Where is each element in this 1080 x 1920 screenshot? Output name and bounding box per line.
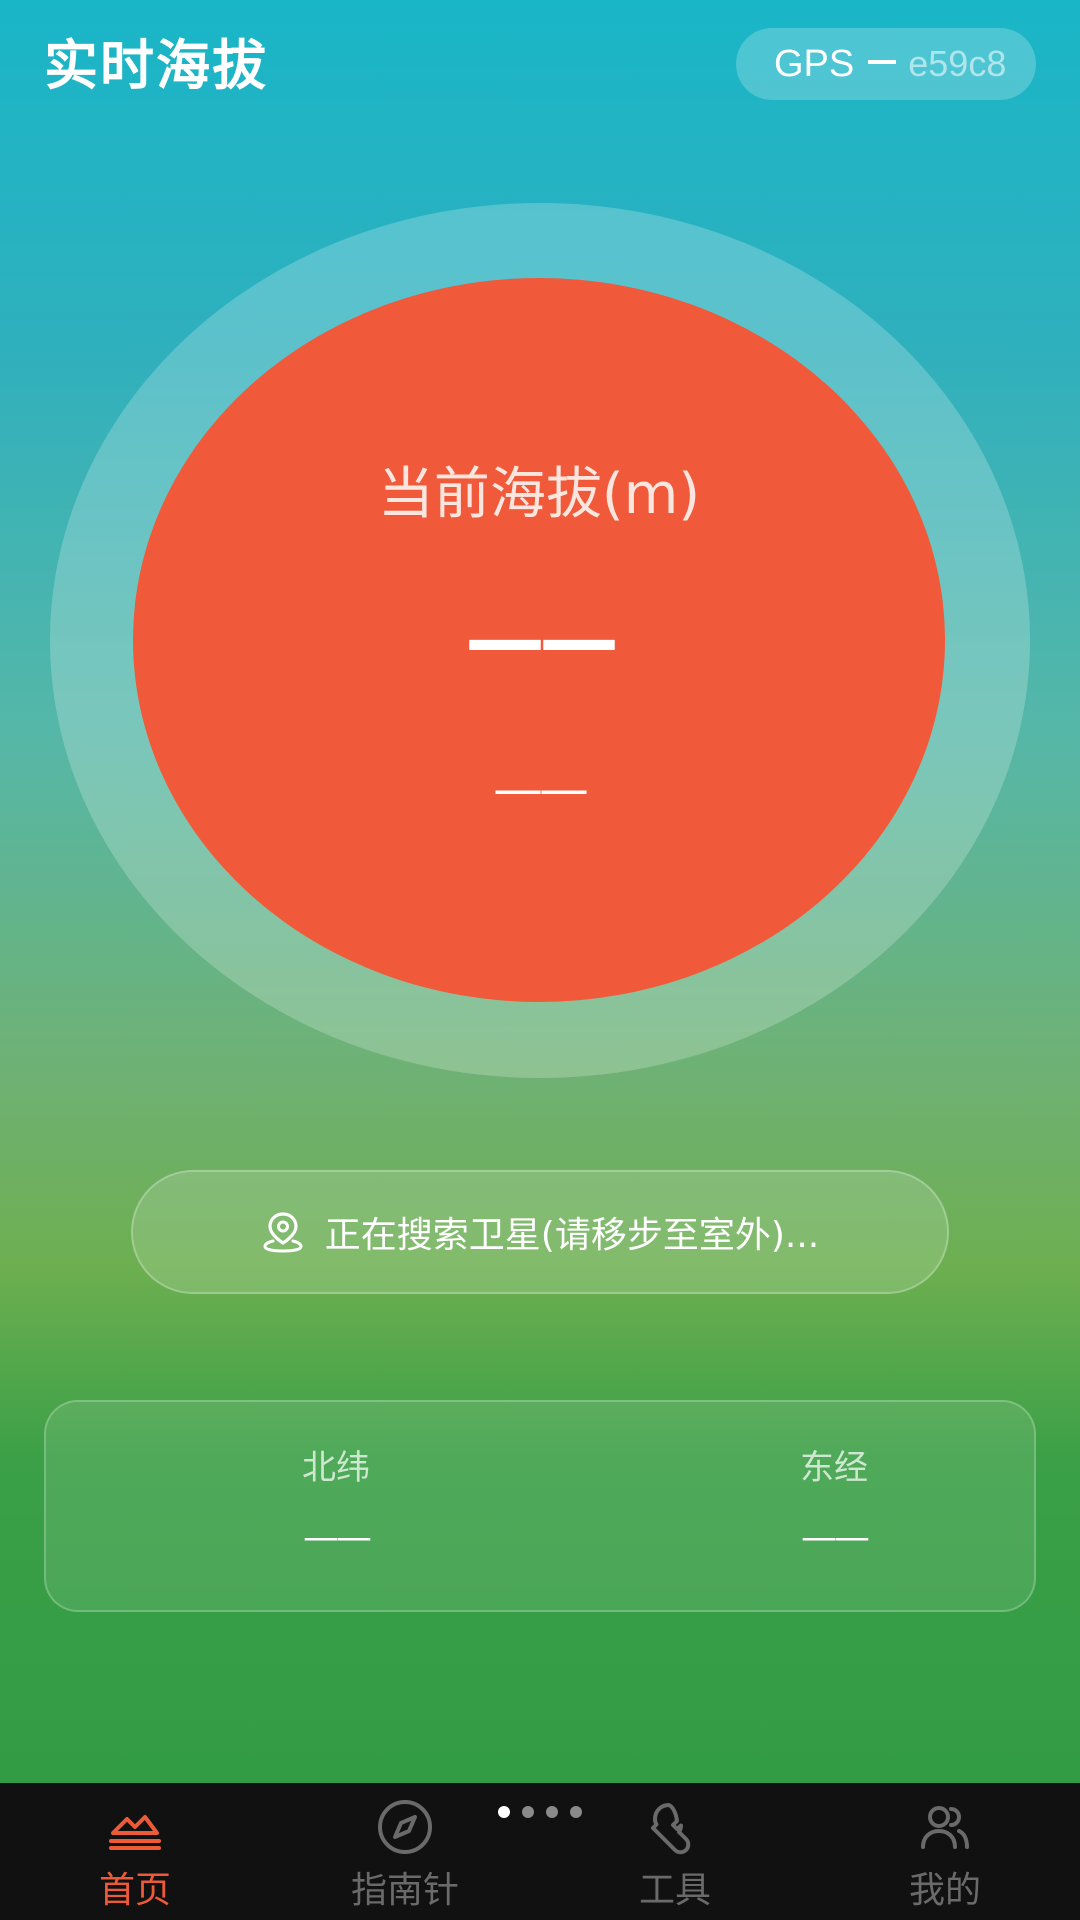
longitude-value: —— [801, 1517, 870, 1558]
satellite-status-pill: 正在搜索卫星(请移步至室外)... [131, 1170, 949, 1294]
page-dot [522, 1806, 534, 1818]
latitude-value: —— [303, 1517, 372, 1558]
wrench-icon [651, 1803, 691, 1855]
latitude-label: 北纬 [302, 1448, 370, 1488]
nav-label-mine: 我的 [908, 1870, 981, 1911]
satellite-status-text: 正在搜索卫星(请移步至室外)... [324, 1215, 820, 1256]
page-indicator [498, 1806, 582, 1818]
nav-label-home: 首页 [98, 1870, 171, 1911]
gps-dash [868, 60, 897, 64]
longitude-label: 东经 [800, 1448, 868, 1488]
longitude-column: 东经 —— [684, 1402, 984, 1614]
users-icon [921, 1806, 969, 1849]
compass-icon [378, 1800, 432, 1854]
nav-tab-compass[interactable]: 指南针 [305, 1795, 505, 1920]
altitude-label: 当前海拔(m) [377, 462, 701, 527]
nav-label-compass: 指南针 [350, 1870, 459, 1911]
nav-tab-home[interactable]: 首页 [35, 1795, 235, 1920]
page-dot [546, 1806, 558, 1818]
altitude-screen: 实时海拔 GPS e59c8 当前海拔(m) —— —— 正在搜索卫星(请移步至… [0, 0, 1080, 1920]
gps-label: GPS [774, 42, 855, 85]
mountain-icon [109, 1815, 161, 1850]
nav-label-tools: 工具 [638, 1870, 711, 1911]
nav-tab-mine[interactable]: 我的 [845, 1795, 1045, 1920]
latitude-column: 北纬 —— [186, 1402, 486, 1614]
altitude-sub-value: —— [493, 760, 589, 818]
gps-status-badge[interactable]: GPS e59c8 [736, 28, 1036, 100]
coordinates-card: 北纬 —— 东经 —— [44, 1400, 1036, 1612]
location-pin-icon [263, 1212, 303, 1253]
altitude-value: —— [465, 593, 619, 686]
gps-code: e59c8 [908, 43, 1007, 84]
nav-tab-tools[interactable]: 工具 [575, 1795, 775, 1920]
page-title: 实时海拔 [44, 34, 268, 97]
